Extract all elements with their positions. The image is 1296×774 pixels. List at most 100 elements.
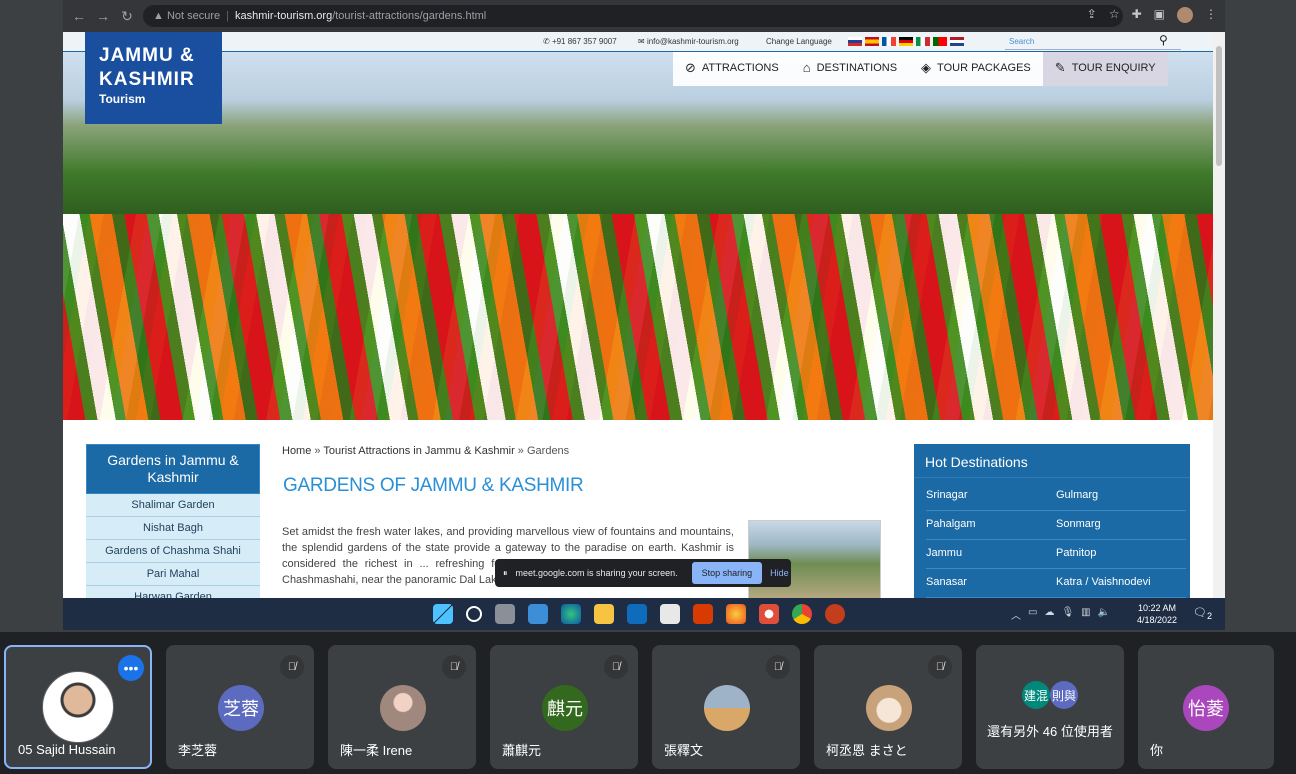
extensions-icon[interactable]: ✚	[1132, 7, 1142, 23]
clock-date: 4/18/2022	[1137, 615, 1178, 625]
mail-icon[interactable]	[627, 604, 647, 624]
destination-link[interactable]: Katra / Vaishnodevi	[1056, 569, 1186, 598]
self-tile[interactable]: 怡菱 你	[1138, 645, 1274, 769]
system-clock[interactable]: 10:22 AM 4/18/2022	[1137, 602, 1177, 626]
start-icon[interactable]	[433, 604, 453, 624]
participant-tile[interactable]: 麒元 🎙̸ 蕭麒元	[490, 645, 638, 769]
mic-off-icon: 🎙̸	[928, 655, 952, 679]
participant-tile[interactable]: 芝蓉 🎙̸ 李芝蓉	[166, 645, 314, 769]
sidebar-item-pari-mahal[interactable]: Pari Mahal	[86, 563, 260, 586]
site-search-input[interactable]: Search	[1005, 34, 1181, 50]
battery-icon[interactable]: ▭	[1028, 607, 1037, 622]
nav-tour-enquiry-label: TOUR ENQUIRY	[1071, 62, 1156, 74]
destination-link[interactable]: Sonmarg	[1056, 511, 1186, 540]
phone-number[interactable]: ✆ +91 867 357 9007	[543, 37, 617, 46]
web-page: ✆ +91 867 357 9007 ✉ info@kashmir-touris…	[63, 32, 1213, 598]
share-icon[interactable]: ⇪	[1087, 7, 1097, 23]
flag-german-icon[interactable]	[899, 37, 913, 46]
nav-destinations[interactable]: ⌂ DESTINATIONS	[791, 52, 909, 86]
not-secure-label[interactable]: ▲ Not secure	[153, 10, 220, 22]
firefox-icon[interactable]	[726, 604, 746, 624]
participant-tile[interactable]: ••• 05 Sajid Hussain	[4, 645, 152, 769]
system-tray: ︿ ▭ ☁ 🎙 ▥ 🔈	[1011, 607, 1110, 622]
forward-icon[interactable]: →	[91, 8, 115, 24]
wifi-icon[interactable]: ▥	[1081, 607, 1090, 622]
breadcrumb: Home » Tourist Attractions in Jammu & Ka…	[282, 445, 569, 457]
flag-french-icon[interactable]	[882, 37, 896, 46]
notification-icon[interactable]: 🗨2	[1193, 606, 1212, 621]
more-options-icon[interactable]: •••	[118, 655, 144, 681]
file-explorer-icon[interactable]	[594, 604, 614, 624]
site-logo[interactable]: JAMMU & KASHMIR Tourism	[85, 32, 222, 124]
participant-tile[interactable]: 🎙̸ 陳一柔 Irene	[328, 645, 476, 769]
browser-toolbar: ← → ↻ ▲ Not secure | kashmir-tourism.org…	[63, 0, 1225, 32]
reload-icon[interactable]: ↻	[115, 8, 139, 25]
participant-photo	[866, 685, 912, 731]
participant-name: 張釋文	[664, 743, 704, 758]
sidebar-item-nishat[interactable]: Nishat Bagh	[86, 517, 260, 540]
edge-icon[interactable]	[561, 604, 581, 624]
sidepanel-icon[interactable]: ▣	[1154, 7, 1165, 23]
nav-tour-packages[interactable]: ◈ TOUR PACKAGES	[909, 52, 1043, 86]
destination-link[interactable]: Gulmarg	[1056, 482, 1186, 511]
hot-destinations-list: Srinagar Gulmarg Pahalgam Sonmarg Jammu …	[914, 478, 1190, 598]
main-navigation: ⊘ ATTRACTIONS ⌂ DESTINATIONS ◈ TOUR PACK…	[673, 52, 1168, 86]
mic-icon[interactable]: 🎙	[1061, 607, 1074, 622]
participant-avatar: 麒元	[542, 685, 588, 731]
sidebar-item-chashma-shahi[interactable]: Gardens of Chashma Shahi	[86, 540, 260, 563]
flag-russian-icon[interactable]	[848, 37, 862, 46]
powerpoint-icon[interactable]	[825, 604, 845, 624]
office-icon[interactable]	[693, 604, 713, 624]
chrome-icon[interactable]	[792, 604, 812, 624]
participant-photo	[42, 671, 114, 743]
app-icon[interactable]	[759, 604, 779, 624]
destination-link[interactable]: Srinagar	[926, 482, 1056, 511]
destination-link[interactable]: Pahalgam	[926, 511, 1056, 540]
back-icon[interactable]: ←	[67, 8, 91, 24]
language-flags	[848, 37, 964, 46]
breadcrumb-home[interactable]: Home	[282, 445, 311, 457]
cloud-icon[interactable]: ☁	[1044, 607, 1054, 622]
mic-off-icon: 🎙̸	[442, 655, 466, 679]
store-icon[interactable]	[660, 604, 680, 624]
sidebar-item-harwan[interactable]: Harwan Garden	[86, 586, 260, 598]
self-avatar: 怡菱	[1183, 685, 1229, 731]
url-path: /tourist-attractions/gardens.html	[332, 10, 487, 22]
nav-tour-enquiry[interactable]: ✎ TOUR ENQUIRY	[1042, 52, 1168, 86]
mic-off-icon: 🎙̸	[604, 655, 628, 679]
chevron-up-icon[interactable]: ︿	[1011, 607, 1021, 622]
address-bar[interactable]: ▲ Not secure | kashmir-tourism.org /tour…	[143, 5, 1123, 27]
task-view-icon[interactable]	[495, 604, 515, 624]
mic-off-icon: 🎙̸	[766, 655, 790, 679]
destination-link[interactable]: Patnitop	[1056, 540, 1186, 569]
hot-destinations-title: Hot Destinations	[914, 444, 1190, 478]
email-address[interactable]: ✉ info@kashmir-tourism.org	[638, 37, 739, 46]
hide-button[interactable]: Hide	[770, 568, 789, 578]
sidebar-item-shalimar[interactable]: Shalimar Garden	[86, 494, 260, 517]
flag-italian-icon[interactable]	[916, 37, 930, 46]
menu-icon[interactable]: ⋮	[1205, 7, 1217, 23]
flag-portuguese-icon[interactable]	[933, 37, 947, 46]
destination-link[interactable]: Sanasar	[926, 569, 1056, 598]
breadcrumb-attractions[interactable]: Tourist Attractions in Jammu & Kashmir	[323, 445, 514, 457]
search-icon[interactable]: ⚲	[1159, 33, 1168, 47]
participant-tile[interactable]: 🎙̸ 柯丞恩 まさと	[814, 645, 962, 769]
flag-spanish-icon[interactable]	[865, 37, 879, 46]
tulip-garden-banner	[63, 52, 1213, 420]
presented-screen: ← → ↻ ▲ Not secure | kashmir-tourism.org…	[63, 0, 1225, 630]
profile-avatar[interactable]	[1177, 7, 1193, 23]
scrollbar-thumb[interactable]	[1216, 46, 1222, 166]
page-scrollbar[interactable]	[1213, 32, 1225, 598]
destination-link[interactable]: Jammu	[926, 540, 1056, 569]
mic-off-icon: 🎙̸	[280, 655, 304, 679]
stop-sharing-button[interactable]: Stop sharing	[691, 562, 763, 584]
search-taskbar-icon[interactable]	[466, 606, 482, 622]
star-icon[interactable]: ☆	[1109, 7, 1120, 23]
participant-tile[interactable]: 🎙̸ 張釋文	[652, 645, 800, 769]
change-language-label: Change Language	[766, 37, 832, 46]
nav-attractions[interactable]: ⊘ ATTRACTIONS	[673, 52, 791, 86]
volume-icon[interactable]: 🔈	[1098, 607, 1110, 622]
others-tile[interactable]: 建混 則與 還有另外 46 位使用者	[976, 645, 1124, 769]
flag-dutch-icon[interactable]	[950, 37, 964, 46]
widgets-icon[interactable]	[528, 604, 548, 624]
